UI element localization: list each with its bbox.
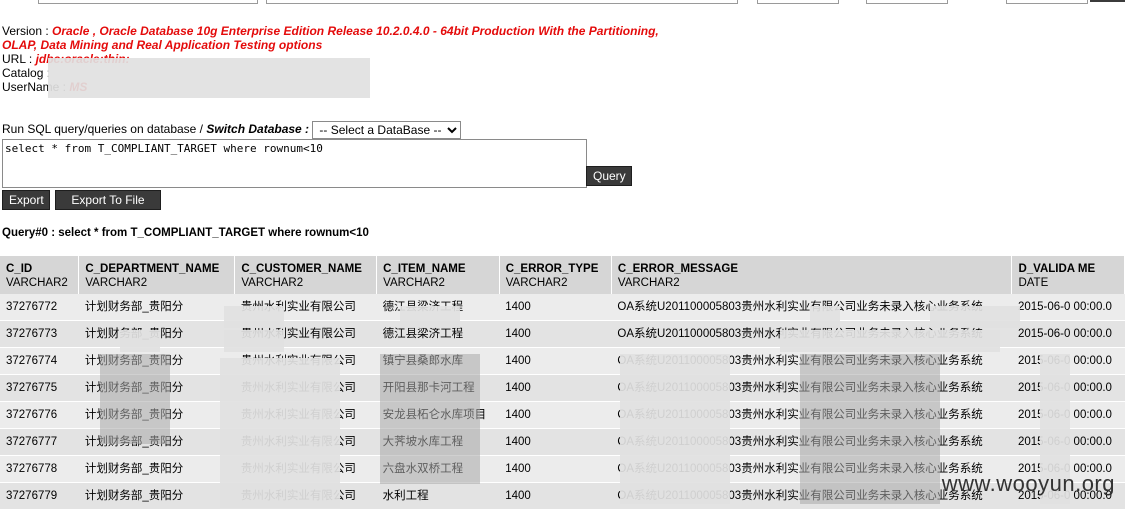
table-cell: 1400 (499, 428, 612, 456)
top-button[interactable] (1090, 0, 1125, 2)
switch-database-label: Switch Database : (206, 122, 310, 137)
column-name: C_ITEM_NAME (383, 263, 466, 275)
table-cell: 37276774 (0, 347, 79, 375)
table-cell: 1400 (499, 294, 612, 321)
table-cell: 计划财务部_贵阳分 (78, 294, 235, 321)
export-button[interactable]: Export (2, 190, 50, 210)
column-name: D_VALIDA ME (1018, 263, 1096, 275)
column-name: C_CUSTOMER_NAME (241, 263, 362, 275)
column-header: C_ITEM_NAME VARCHAR2 (376, 256, 500, 294)
catalog-label: Catalog : (2, 66, 51, 80)
column-name: C_ERROR_TYPE (505, 263, 599, 275)
version-line: Version : Oracle , Oracle Database 10g E… (2, 24, 662, 52)
table-cell: 1400 (499, 320, 612, 348)
top-input-3[interactable] (757, 0, 839, 4)
column-header: C_ERROR_TYPE VARCHAR2 (499, 256, 612, 294)
table-cell: 2015-06-0 00:00.0 (1011, 294, 1125, 321)
query-button[interactable]: Query (586, 166, 632, 186)
version-value: Oracle , Oracle Database 10g Enterprise … (2, 24, 659, 52)
watermark-text: www.wooyun.org (941, 471, 1115, 496)
version-label: Version : (2, 24, 53, 38)
database-select[interactable]: -- Select a DataBase -- (312, 121, 462, 139)
table-cell: 37276776 (0, 401, 79, 429)
query-result-title: Query#0 : select * from T_COMPLIANT_TARG… (2, 227, 369, 239)
column-type: VARCHAR2 (383, 277, 445, 289)
column-header: C_ID VARCHAR2 (0, 256, 80, 294)
table-cell: 计划财务部_贵阳分 (78, 482, 235, 510)
redaction-blur (48, 58, 370, 98)
table-cell: 1400 (499, 347, 612, 375)
column-name: C_ERROR_MESSAGE (617, 263, 739, 275)
column-header: C_ERROR_MESSAGE VARCHAR2 (611, 256, 1013, 294)
table-cell: 37276772 (0, 294, 79, 321)
column-type: VARCHAR2 (505, 277, 568, 289)
column-name: C_DEPARTMENT_NAME (85, 263, 220, 275)
column-type: DATE (1018, 277, 1049, 289)
run-sql-line: Run SQL query/queries on database / Swit… (2, 121, 462, 139)
table-cell: 37276777 (0, 428, 79, 456)
column-name: C_ID (6, 263, 33, 275)
column-type: VARCHAR2 (6, 277, 68, 289)
table-cell: 37276775 (0, 374, 79, 402)
export-to-file-button[interactable]: Export To File (55, 190, 161, 210)
column-type: VARCHAR2 (241, 277, 304, 289)
table-cell: 1400 (499, 482, 612, 510)
column-header: C_CUSTOMER_NAME VARCHAR2 (234, 256, 378, 294)
top-input-5[interactable] (1006, 0, 1088, 4)
column-header: D_VALIDA ME DATE (1011, 256, 1125, 294)
table-header-row: C_ID VARCHAR2 C_DEPARTMENT_NAME VARCHAR2 C_C… (0, 256, 1125, 294)
table-cell: 37276778 (0, 455, 79, 483)
table-cell: 计划财务部_贵阳分 (78, 455, 235, 483)
table-cell: 2015-06-0 00:00.0 (1011, 320, 1125, 348)
table-cell: 37276773 (0, 320, 79, 348)
table-cell: 1400 (499, 455, 612, 483)
table-cell: 1400 (499, 374, 612, 402)
top-input-2[interactable] (266, 0, 738, 4)
table-cell: 1400 (499, 401, 612, 429)
top-input-1[interactable] (38, 0, 258, 4)
column-header: C_DEPARTMENT_NAME VARCHAR2 (78, 256, 236, 294)
run-sql-label: Run SQL query/queries on database / (2, 122, 207, 137)
top-input-4[interactable] (866, 0, 948, 4)
sql-query-input[interactable]: select * from T_COMPLIANT_TARGET where r… (2, 139, 587, 188)
table-cell: 37276779 (0, 482, 79, 510)
column-type: VARCHAR2 (85, 277, 148, 289)
url-label: URL : (2, 52, 36, 66)
column-type: VARCHAR2 (617, 277, 680, 289)
table-cell: 水利工程 (376, 482, 500, 510)
